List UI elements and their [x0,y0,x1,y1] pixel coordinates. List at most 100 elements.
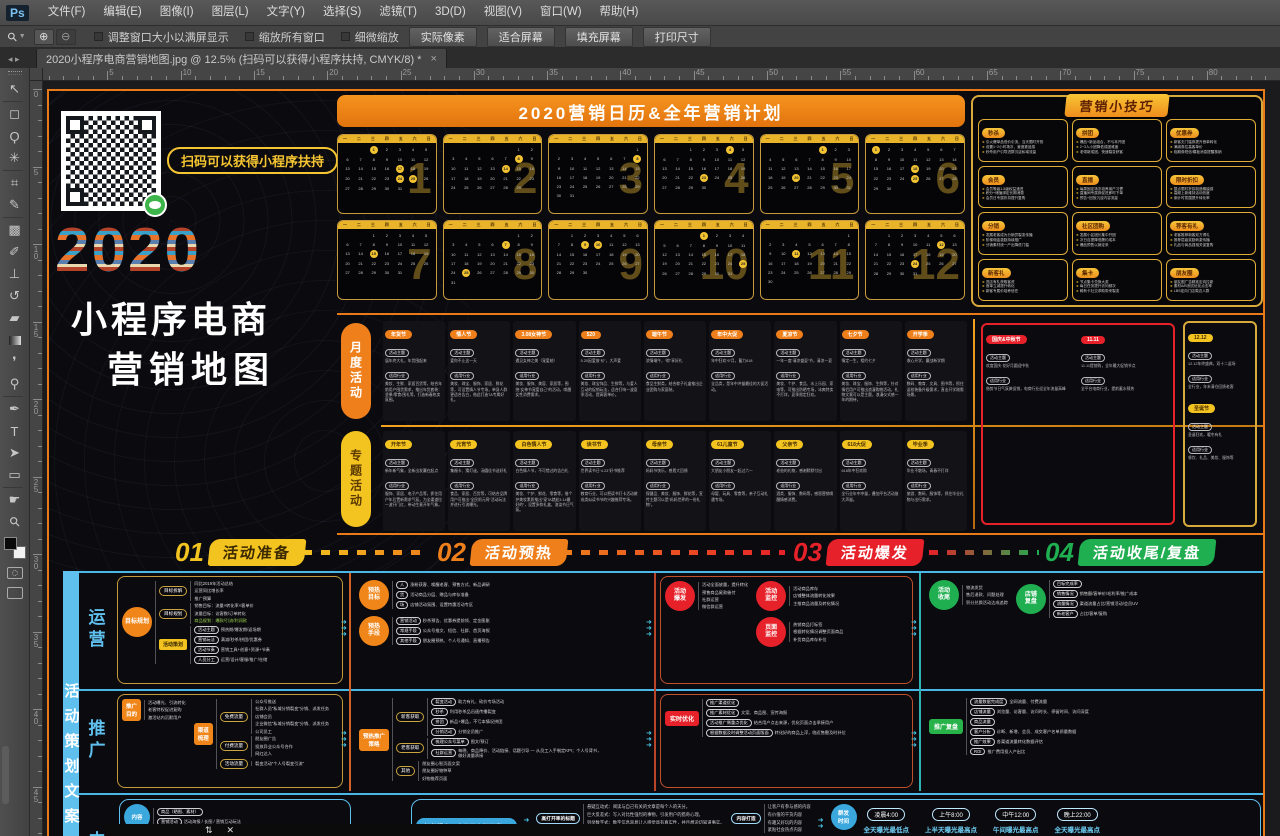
photoshop-window: Ps 文件(F)编辑(E)图像(I)图层(L)文字(Y)选择(S)滤镜(T)3D… [0,0,1280,836]
ruler-corner [30,68,43,81]
minimized-window-bar[interactable]: ⇅ ✕ [105,824,733,836]
poster-title-line1: 小程序电商 [71,291,271,343]
dodge-tool[interactable]: ⚲ [3,373,27,395]
activity-card-开年节: 开年节活动主题新年新气象，全新出发赢在起点适用行业服饰、家居、电子产品等，抓住用… [383,431,445,531]
magic-wand-tool[interactable]: ✳ [3,147,27,169]
menu-编辑(E)[interactable]: 编辑(E) [94,0,150,25]
collapsed-dock-tab[interactable] [2,746,9,804]
tip-box-新客礼: 新客礼进店有礼获取客资首单立减提升转化新客专属价培养信任 [978,259,1068,302]
row-label-运营: 运营 [83,608,108,652]
tip-box-社区团购: 社区团购发展小区团长集中开团次日自提降低履约成本爆品预售以销定采 [1072,212,1162,255]
restore-icon[interactable]: ⇅ [205,825,213,836]
poster-image: 扫码可以获得小程序扶持 2020 小程序电商 营销地图 2020营销日历&全年营… [47,89,1265,836]
tools-panel: ↖◻Ϙ✳⌗✎▩✐⊥↺▰❜⚲✒T➤▭☛⚲ [0,68,30,836]
phase-03: 03活动爆发 [793,537,923,568]
move-tool[interactable]: ↖ [3,78,27,100]
cell-运营-1: 预热 目标人涨粉获客、唤醒老客、预售方式、新品调研货活动商品分层、赠品与库存准备… [355,576,648,684]
month-card-12: 一二三四五六日121234567891011121314151617181920… [865,220,965,300]
send-time-晚上22:00: 晚上22:00全天曝光最高点 [1055,808,1101,834]
checkbox[interactable] [245,32,254,41]
activity-card-3.08女神节: 3.08女神节活动主题遇见女神之美（宠爱她）适用行业美妆、服饰、美容、家居等，围… [513,321,575,421]
menu-滤镜(T)[interactable]: 滤镜(T) [370,0,426,25]
checkbox[interactable] [94,32,103,41]
eraser-tool[interactable]: ▰ [3,307,27,329]
panel-collapse-icon[interactable]: ◂ ▸ [8,54,30,65]
special-activity-label: 专题活动 [341,431,371,527]
row-label-推广: 推广 [83,719,108,763]
zoom-in-button[interactable]: ⊕ [34,29,54,45]
option-button-填充屏幕[interactable]: 填充屏幕 [565,27,633,47]
activity-card-读书节: 读书节活动主题世界读书日“4.23”好书推荐适用行业教育行业，可以把读书打卡活动… [579,431,641,531]
crop-tool[interactable]: ⌗ [3,172,27,194]
menu-选择(S)[interactable]: 选择(S) [314,0,370,25]
phase-04: 04活动收尾/复盘 [1045,537,1215,568]
scan-caption: 扫码可以获得小程序扶持 [167,147,338,174]
tip-box-集卡: 集卡节点集卡兑换大奖每日任务提升访问频次稀有卡社交求助带来裂变 [1072,259,1162,302]
activity-card-母亲节: 母亲节活动主题妈妈节快乐，感恩大回馈适用行业保健品、美妆、服饰、鲜花等，宣传主题… [644,431,706,531]
history-brush-tool[interactable]: ↺ [3,285,27,307]
ps-logo-icon: Ps [6,5,29,21]
foreground-color-swatch[interactable] [4,537,17,550]
marquee-tool[interactable]: ◻ [3,103,27,125]
menu-图层(L)[interactable]: 图层(L) [203,0,258,25]
menu-文件(F)[interactable]: 文件(F) [39,0,95,25]
document-canvas[interactable]: 扫码可以获得小程序扶持 2020 小程序电商 营销地图 2020营销日历&全年营… [43,81,1280,836]
color-swatches[interactable] [4,537,26,559]
checkbox-label: 调整窗口大小以满屏显示 [108,29,229,45]
month-card-5: 一二三四五六日512345678910111213141516171819202… [760,134,860,214]
cell-推广-2: 实时优化推广渠道优化推广素材优化文案、商品图、宣传海报活动推广侧重点优化结合用户… [660,694,913,788]
tip-box-优惠券: 优惠券新客无门槛券提升首单转化满减券拉高客单价临期券短信/模板消息提醒核销 [1166,119,1256,162]
pen-tool[interactable]: ✒ [3,398,27,420]
tip-box-会员: 会员会员等级1-5级权益递进积分+储值绑定长期消费会员日专属折扣提升复购 [978,166,1068,209]
option-button-打印尺寸[interactable]: 打印尺寸 [643,27,711,47]
menu-窗口(W)[interactable]: 窗口(W) [531,0,591,25]
blur-tool[interactable]: ❜ [3,351,27,373]
activity-card-夏凉节: 夏凉节活动主题一年一度“清凉盛夏”节，清凉一夏适用行业美妆、个护、食品、水上乐园… [774,321,836,421]
activity-card-开学季: 开学季活动主题收心开学，赢战新学期适用行业数码、教育、文具、图书等，抓住返校装备… [905,321,967,421]
menu-帮助(H)[interactable]: 帮助(H) [591,0,648,25]
tip-box-直播: 直播每周固定场次培养用户习惯直播间专属券促进即时下单预告+回放沉淀内容流量 [1072,166,1162,209]
month-card-6: 一二三四五六日612345678910111213141516171819202… [865,134,965,214]
checkbox[interactable] [341,32,350,41]
close-icon-small[interactable]: ✕ [227,825,235,836]
activity-card-元宵节: 元宵节活动主题集福卡、猜灯谜，汤圆佳节送好礼适用行业食品、家居、百货等，可结合品… [448,431,510,531]
gradient-tool[interactable] [3,329,27,351]
shape-tool[interactable]: ▭ [3,464,27,486]
screen-mode-button[interactable] [7,587,23,599]
menu-3D(D)[interactable]: 3D(D) [426,0,475,25]
calendar-panel: 2020营销日历&全年营销计划 一二三四五六日11234567891011121… [337,95,965,307]
document-tab[interactable]: 2020小程序电商营销地图.jpg @ 12.5% (扫码可以获得小程序扶持, … [36,49,447,68]
activity-card-毕业季: 毕业季活动主题毕业不散场，青春不打烊适用行业旅游、数码、服饰等，抓住毕业礼物与出… [905,431,967,531]
menu-视图(V)[interactable]: 视图(V) [475,0,531,25]
tip-box-分销: 分销发展老客成为分销员裂变传播阶梯佣金激励持续推广分销素材统一产出降低门槛 [978,212,1068,255]
zoom-out-button[interactable]: ⊖ [56,29,76,45]
month-card-9: 一二三四五六日912345678910111213141516171819202… [548,220,648,300]
month-card-4: 一二三四五六日412345678910111213141516171819202… [654,134,754,214]
month-card-8: 一二三四五六日812345678910111213141516171819202… [443,220,543,300]
brush-tool[interactable]: ✐ [3,241,27,263]
menu-bar: Ps 文件(F)编辑(E)图像(I)图层(L)文字(Y)选择(S)滤镜(T)3D… [0,0,1280,26]
phase-01: 01活动准备 [175,537,305,568]
option-button-适合屏幕[interactable]: 适合屏幕 [487,27,555,47]
activity-card-情人节: 情人节活动主题爱你不止这一天适用行业美妆、珠宝、服饰、家居、鲜花等，可设置情人节… [448,321,510,421]
path-select-tool[interactable]: ➤ [3,442,27,464]
healing-brush-tool[interactable]: ▩ [3,219,27,241]
document-tab-bar: ◂ ▸ 2020小程序电商营销地图.jpg @ 12.5% (扫码可以获得小程序… [0,48,1280,68]
menu-文字(Y)[interactable]: 文字(Y) [258,0,314,25]
panel-grip[interactable] [8,71,22,75]
tip-box-朋友圈: 朋友圈朋友圈广告精准定向拉新素材A/B测试优化点击率LBS定向门店周边人群 [1166,259,1256,302]
quick-mask-button[interactable] [7,567,23,579]
menu-图像(I)[interactable]: 图像(I) [151,0,203,25]
option-button-实际像素[interactable]: 实际像素 [409,27,477,47]
close-icon[interactable]: × [430,53,436,65]
clone-stamp-tool[interactable]: ⊥ [3,263,27,285]
monthly-activity-label: 月度活动 [341,323,371,419]
cell-运营-0: 目标规划目标拆解同比2019年活动总结运营同比增长率推广预算目标规划销售目标：流… [117,576,343,684]
canvas-area: 05101520253035404550556065707580 051 01 … [30,68,1280,836]
eyedropper-tool[interactable]: ✎ [3,194,27,216]
tip-box-拼团: 拼团爆品+新品组合，不亏本开团2~3人小团降低成团难度老带新成团，快速裂变获客 [1072,119,1162,162]
marketing-tips-panel: 营销小技巧 秒杀引火爆单品低价引流，当天限时开抢设置1~2小时场次，营造紧迫感秒… [971,95,1263,307]
type-tool[interactable]: T [3,420,27,442]
lasso-tool[interactable]: Ϙ [3,125,27,147]
activity-card-年货节: 年货节活动主题届年终大礼，年货囤起来适用行业美妆、生鲜、家居百货等，结合年前用户… [383,321,445,421]
